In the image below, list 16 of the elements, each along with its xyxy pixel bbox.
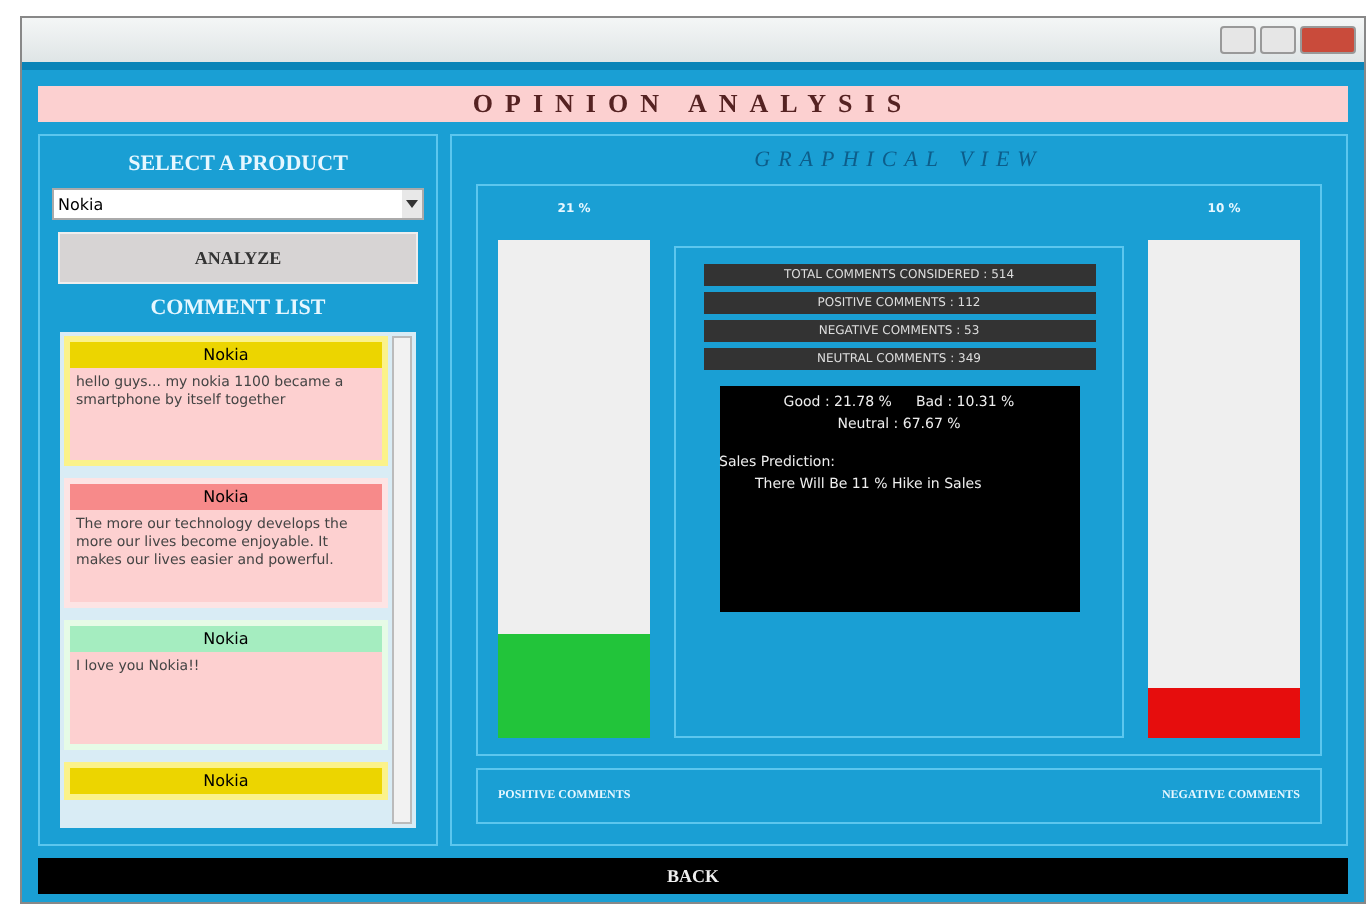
comment-product: Nokia: [70, 768, 382, 794]
close-button[interactable]: [1300, 26, 1356, 54]
back-button[interactable]: BACK: [38, 858, 1348, 894]
minimize-button[interactable]: [1220, 26, 1256, 54]
app-title: OPINION ANALYSIS: [38, 86, 1348, 122]
caret-icon: [406, 200, 418, 208]
list-title: COMMENT LIST: [150, 296, 326, 320]
comment-product: Nokia: [70, 626, 382, 652]
analyze-button[interactable]: ANALYZE: [58, 232, 418, 284]
scrollbar[interactable]: [392, 336, 412, 824]
graph-title: GRAPHICAL VIEW: [752, 148, 1046, 172]
comment-product: Nokia: [70, 484, 382, 510]
product-dropdown[interactable]: Nokia: [52, 188, 424, 220]
comment-product: Nokia: [70, 342, 382, 368]
select-label: SELECT A PRODUCT: [128, 152, 348, 176]
maximize-button[interactable]: [1260, 26, 1296, 54]
